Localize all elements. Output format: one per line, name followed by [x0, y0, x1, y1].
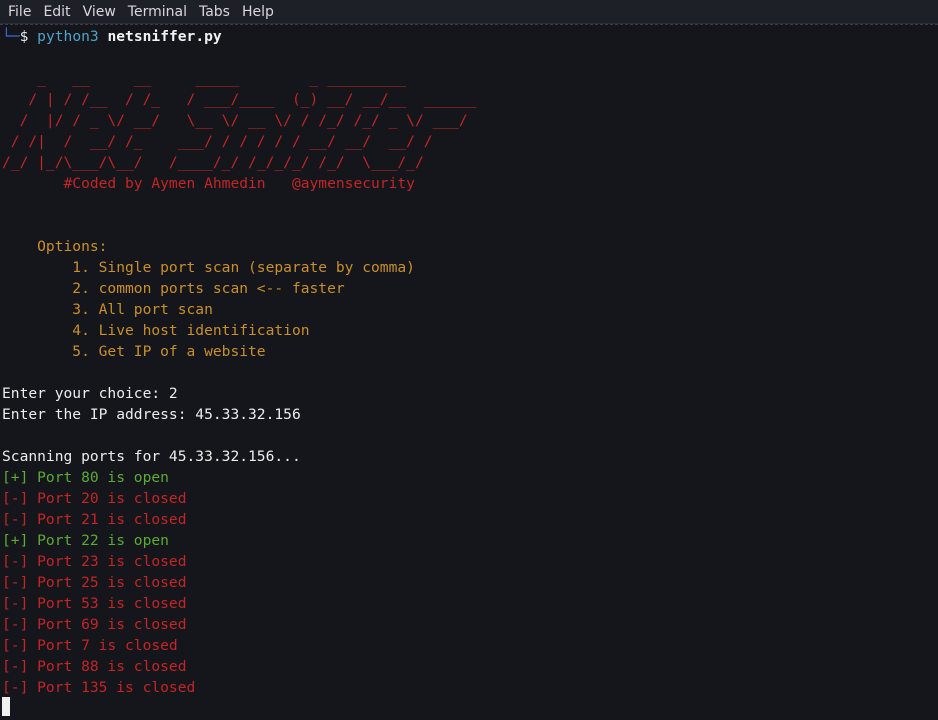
- option-item: 3. All port scan: [2, 301, 213, 318]
- menu-edit[interactable]: Edit: [39, 0, 78, 24]
- result-line: [-] Port 69 is closed: [2, 616, 187, 633]
- options-title: Options:: [2, 238, 108, 255]
- banner-line: _ __ __ _____ _ _________: [2, 70, 407, 87]
- result-line: [+] Port 80 is open: [2, 469, 169, 486]
- terminal-window: File Edit View Terminal Tabs Help └─$ py…: [0, 0, 938, 720]
- result-line: [-] Port 25 is closed: [2, 574, 187, 591]
- banner-line: / /| / __/ /_ ___/ / / / / / __/ __/ __/…: [2, 133, 433, 150]
- result-line: [-] Port 53 is closed: [2, 595, 187, 612]
- menu-bar: File Edit View Terminal Tabs Help: [0, 0, 938, 24]
- menu-terminal[interactable]: Terminal: [124, 0, 195, 24]
- result-line: [-] Port 20 is closed: [2, 490, 187, 507]
- ip-line: Enter the IP address: 45.33.32.156: [2, 406, 301, 423]
- menu-file[interactable]: File: [4, 0, 39, 24]
- credit-line: #Coded by Aymen Ahmedin @aymensecurity: [2, 175, 415, 192]
- result-line: [-] Port 7 is closed: [2, 637, 178, 654]
- prompt-dollar: $: [19, 28, 29, 45]
- option-item: 5. Get IP of a website: [2, 343, 266, 360]
- option-item: 4. Live host identification: [2, 322, 310, 339]
- banner-line: / | / /__ / /_ / ___/____ (_) __/ __/__ …: [2, 91, 477, 108]
- menu-view[interactable]: View: [79, 0, 124, 24]
- result-line: [-] Port 23 is closed: [2, 553, 187, 570]
- scanning-line: Scanning ports for 45.33.32.156...: [2, 448, 301, 465]
- prompt-line: └─$ python3 netsniffer.py: [2, 26, 222, 47]
- command-python: python3: [37, 28, 99, 45]
- result-line: [-] Port 21 is closed: [2, 511, 187, 528]
- banner-line: / |/ / _ \/ __/ \__ \/ __ \/ / /_/ /_/ _…: [2, 112, 468, 129]
- choice-line: Enter your choice: 2: [2, 385, 178, 402]
- prompt-corner: └─: [2, 28, 20, 45]
- option-item: 2. common ports scan <-- faster: [2, 280, 345, 297]
- menu-tabs[interactable]: Tabs: [195, 0, 238, 24]
- terminal-output[interactable]: └─$ python3 netsniffer.py _ __ __ _____ …: [0, 26, 938, 720]
- result-line: [+] Port 22 is open: [2, 532, 169, 549]
- terminal-cursor: [2, 697, 10, 716]
- command-file: netsniffer.py: [107, 28, 222, 45]
- result-line: [-] Port 135 is closed: [2, 679, 196, 696]
- banner-line: /_/ |_/\___/\__/ /____/_/ /_/_/_/ /_/ \_…: [2, 154, 424, 171]
- menu-help[interactable]: Help: [238, 0, 282, 24]
- option-item: 1. Single port scan (separate by comma): [2, 259, 415, 276]
- result-line: [-] Port 88 is closed: [2, 658, 187, 675]
